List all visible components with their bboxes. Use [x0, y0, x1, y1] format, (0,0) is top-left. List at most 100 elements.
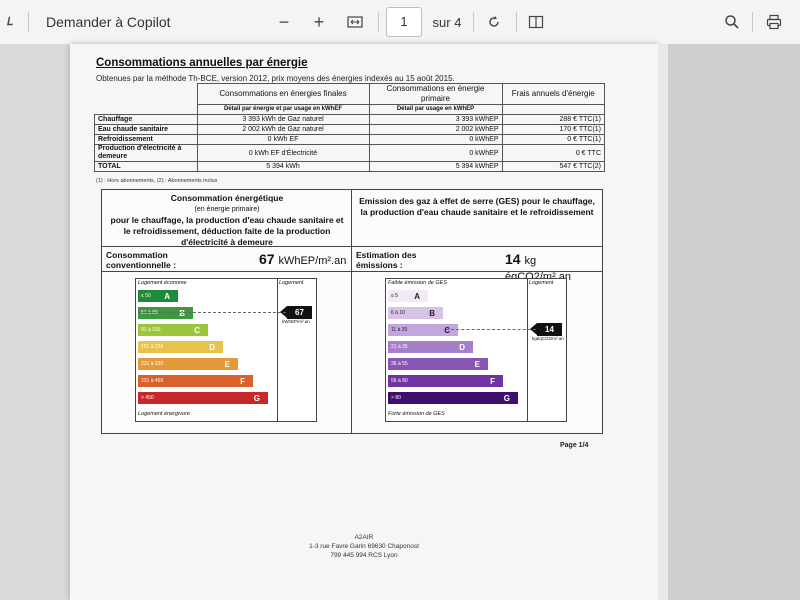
table-row: Refroidissement 0 kWh EF 0 kWhEP 0 € TTC… — [94, 134, 605, 145]
row-final: 5 394 kWh — [196, 161, 370, 172]
ges-marker-line — [446, 329, 536, 330]
row-primary: 2 002 kWhEP — [368, 124, 503, 135]
ges-class-range: 6 à 10 — [391, 310, 405, 316]
ges-logement-label: Logement — [529, 280, 554, 286]
page-edge — [658, 44, 668, 600]
energy-title-desc: pour le chauffage, la production d'eau c… — [110, 215, 344, 247]
row-cost: 170 € TTC(1) — [501, 124, 605, 135]
section-subtitle: Obtenues par la méthode Th-BCE, version … — [96, 74, 455, 83]
row-final: 3 393 kWh de Gaz naturel — [196, 114, 370, 125]
plus-icon: + — [313, 11, 325, 32]
column-divider — [351, 190, 352, 433]
ges-class-range: > 80 — [391, 395, 401, 401]
ges-class-range: 56 à 80 — [391, 378, 408, 384]
ges-class-range: 36 à 55 — [391, 361, 408, 367]
toolbar-divider — [28, 12, 29, 32]
divider-line — [102, 246, 602, 247]
search-button[interactable] — [718, 0, 746, 44]
energy-title-sub: (en énergie primaire) — [194, 206, 260, 213]
section-title: Consommations annuelles par énergie — [96, 57, 308, 69]
energy-class-range: 331 à 450 — [141, 378, 164, 384]
row-cost: 0 € TTC(1) — [501, 134, 605, 145]
ges-class-letter: C — [444, 325, 450, 335]
ges-marker-value: 14 — [545, 325, 554, 334]
energy-class-range: > 450 — [141, 395, 154, 401]
row-label: TOTAL — [94, 161, 198, 172]
ges-logement-divider — [527, 279, 528, 421]
energy-title-block: Consommation énergétique (en énergie pri… — [106, 193, 348, 248]
ges-class-letter: F — [490, 376, 495, 386]
pdf-toolbar: 𝐿 Demander à Copilot − + 1 sur 4 — [0, 0, 800, 45]
rotate-icon — [480, 8, 508, 36]
zoom-out-button[interactable]: − — [270, 0, 298, 44]
minus-icon: − — [278, 11, 290, 32]
energy-marker-value: 67 — [295, 308, 304, 317]
page-view-button[interactable] — [522, 0, 550, 44]
energy-class-range: ≤ 50 — [141, 293, 151, 299]
energy-class-range: 151 à 230 — [141, 344, 164, 350]
ges-class-a: ≤ 5 A — [388, 290, 428, 302]
detail-cost — [501, 104, 605, 115]
energy-class-range: 91 à 150 — [141, 327, 161, 333]
document-viewer[interactable]: Consommations annuelles par énergie Obte… — [0, 44, 800, 600]
ges-bottom-label: Forte émission de GES — [388, 411, 445, 417]
page-number-input[interactable]: 1 — [386, 0, 422, 44]
energy-class-a: ≤ 50 A — [138, 290, 178, 302]
page-number-label: Page 1/4 — [560, 442, 589, 449]
ges-class-c: 11 à 20 C — [388, 324, 458, 336]
fit-width-button[interactable] — [341, 0, 369, 44]
energy-logement-divider — [277, 279, 278, 421]
row-label: Refroidissement — [94, 134, 198, 145]
row-label: Chauffage — [94, 114, 198, 125]
energy-marker-unit: kWhEP/m².an — [282, 319, 310, 324]
read-aloud-button[interactable]: 𝐿 — [0, 0, 20, 44]
ges-class-letter: E — [474, 359, 480, 369]
ges-top-label: Faible émission de GES — [388, 280, 447, 286]
energy-value: 67 — [259, 251, 275, 267]
row-label: Eau chaude sanitaire — [94, 124, 198, 135]
ask-copilot-button[interactable]: Demander à Copilot — [46, 0, 176, 44]
footer-rcs: 799 445 994 RCS Lyon — [330, 552, 398, 559]
ges-scale: Faible émission de GES Forte émission de… — [385, 278, 567, 422]
ges-class-letter: A — [414, 291, 420, 301]
energy-scale: Logement économe Logement énergivore Log… — [135, 278, 317, 422]
table-corner — [95, 84, 198, 105]
table-header-row: Consommations en énergies finales Consom… — [95, 83, 605, 105]
detail-primary: Détail par usage en kWhEP — [368, 104, 503, 115]
energy-value-wrap: 67 kWhEP/m².an — [259, 251, 346, 267]
search-icon — [718, 8, 746, 36]
ges-marker: 14 — [530, 323, 562, 336]
ges-class-g: > 80 G — [388, 392, 518, 404]
viewer-margin — [668, 44, 800, 600]
footer-address: 1-3 rue Favre Garin 69630 Chaponost — [309, 543, 419, 550]
energy-class-g: > 450 G — [138, 392, 268, 404]
energy-class-range: 51 à 90 — [141, 310, 158, 316]
zoom-in-button[interactable]: + — [305, 0, 333, 44]
row-primary: 0 kWhEP — [368, 144, 503, 162]
energy-class-letter: B — [179, 308, 185, 318]
toolbar-divider — [752, 12, 753, 32]
print-button[interactable] — [760, 0, 788, 44]
print-icon — [760, 8, 788, 36]
table-detail-row: Détail par énergie et par usage en kWhEF… — [95, 104, 605, 115]
energy-bottom-label: Logement énergivore — [138, 411, 190, 417]
rotate-button[interactable] — [480, 0, 508, 44]
energy-unit: kWhEP/m².an — [278, 255, 347, 267]
energy-class-e: 231 à 330 E — [138, 358, 238, 370]
ges-class-letter: B — [429, 308, 435, 318]
ges-class-d: 21 à 35 D — [388, 341, 473, 353]
table-row-total: TOTAL 5 394 kWh 5 394 kWhEP 547 € TTC(2) — [94, 161, 605, 172]
page-number-field[interactable]: 1 — [386, 7, 422, 37]
energy-marker: 67 — [280, 306, 312, 319]
energy-ges-labels: Consommation énergétique (en énergie pri… — [101, 189, 603, 434]
row-final: 0 kWh EF d'Électricité — [196, 144, 370, 162]
row-cost: 288 € TTC(1) — [501, 114, 605, 125]
ges-value: 14 — [505, 251, 521, 267]
energy-class-letter: A — [164, 291, 170, 301]
pdf-page: Consommations annuelles par énergie Obte… — [70, 44, 658, 600]
header-cost: Frais annuels d'énergie — [501, 83, 605, 105]
table-notes: (1) : Hors abonnements, (2) : Abonnement… — [96, 178, 218, 184]
table-row: Eau chaude sanitaire 2 002 kWh de Gaz na… — [94, 124, 605, 135]
row-primary: 0 kWhEP — [368, 134, 503, 145]
ges-class-range: 21 à 35 — [391, 344, 408, 350]
